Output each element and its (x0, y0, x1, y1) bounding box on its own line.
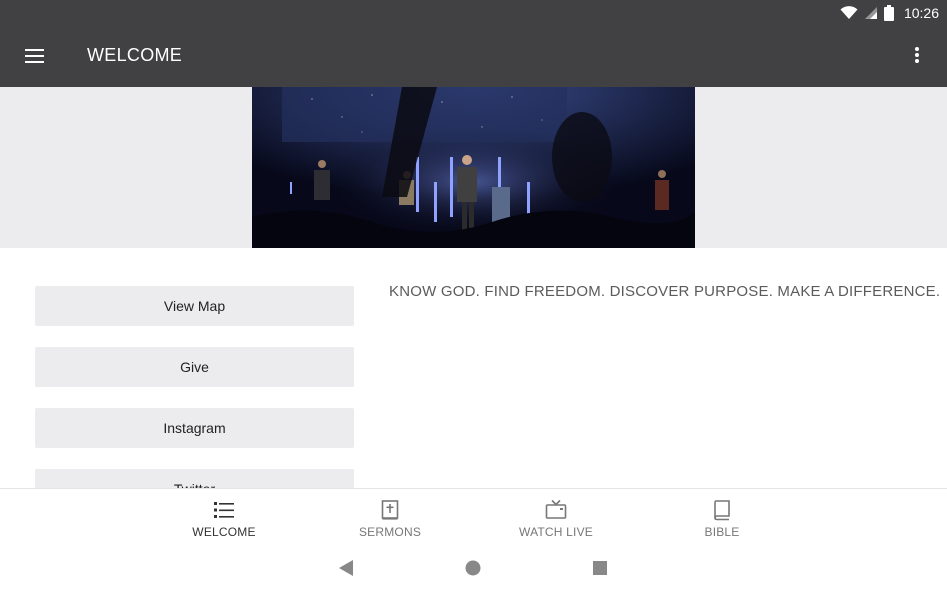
status-bar: 10:26 (0, 0, 947, 25)
tab-sermons[interactable]: SERMONS (330, 489, 450, 545)
tab-bible[interactable]: BIBLE (662, 489, 782, 545)
welcome-content: View Map Give Instagram Twitter KNOW GOD… (0, 248, 947, 488)
status-icons: 10:26 (840, 4, 939, 22)
instagram-button[interactable]: Instagram (35, 408, 354, 448)
tab-sermons-label: SERMONS (358, 525, 422, 539)
tab-watch-live[interactable]: WATCH LIVE (496, 489, 616, 545)
cell-signal-icon (864, 7, 877, 19)
bottom-navigation: WELCOME SERMONS WATCH LIVE BIBLE (0, 488, 947, 545)
book-icon (714, 500, 730, 521)
app-bar: WELCOME (0, 25, 947, 87)
battery-icon (883, 5, 894, 21)
tab-welcome[interactable]: WELCOME (164, 489, 284, 545)
give-button[interactable]: Give (35, 347, 354, 387)
twitter-button[interactable]: Twitter (35, 469, 354, 488)
hero-banner (0, 87, 947, 248)
tv-icon (545, 499, 567, 519)
back-icon[interactable] (337, 559, 355, 577)
tagline-text: KNOW GOD. FIND FREEDOM. DISCOVER PURPOSE… (389, 283, 941, 300)
view-map-button[interactable]: View Map (35, 286, 354, 326)
tab-bible-label: BIBLE (704, 525, 740, 539)
list-icon (214, 502, 234, 518)
bible-cross-icon (381, 500, 399, 520)
page-title: WELCOME (87, 45, 183, 65)
hamburger-menu-icon[interactable] (22, 44, 48, 68)
more-vert-icon[interactable] (905, 43, 929, 67)
tab-watch-live-label: WATCH LIVE (518, 525, 593, 539)
home-icon[interactable] (464, 559, 482, 577)
system-navigation-bar (0, 544, 947, 592)
tab-welcome-label: WELCOME (192, 525, 256, 539)
recents-icon[interactable] (591, 559, 609, 577)
worship-stage-photo (252, 87, 695, 248)
status-time: 10:26 (903, 5, 939, 21)
wifi-icon (840, 6, 858, 19)
